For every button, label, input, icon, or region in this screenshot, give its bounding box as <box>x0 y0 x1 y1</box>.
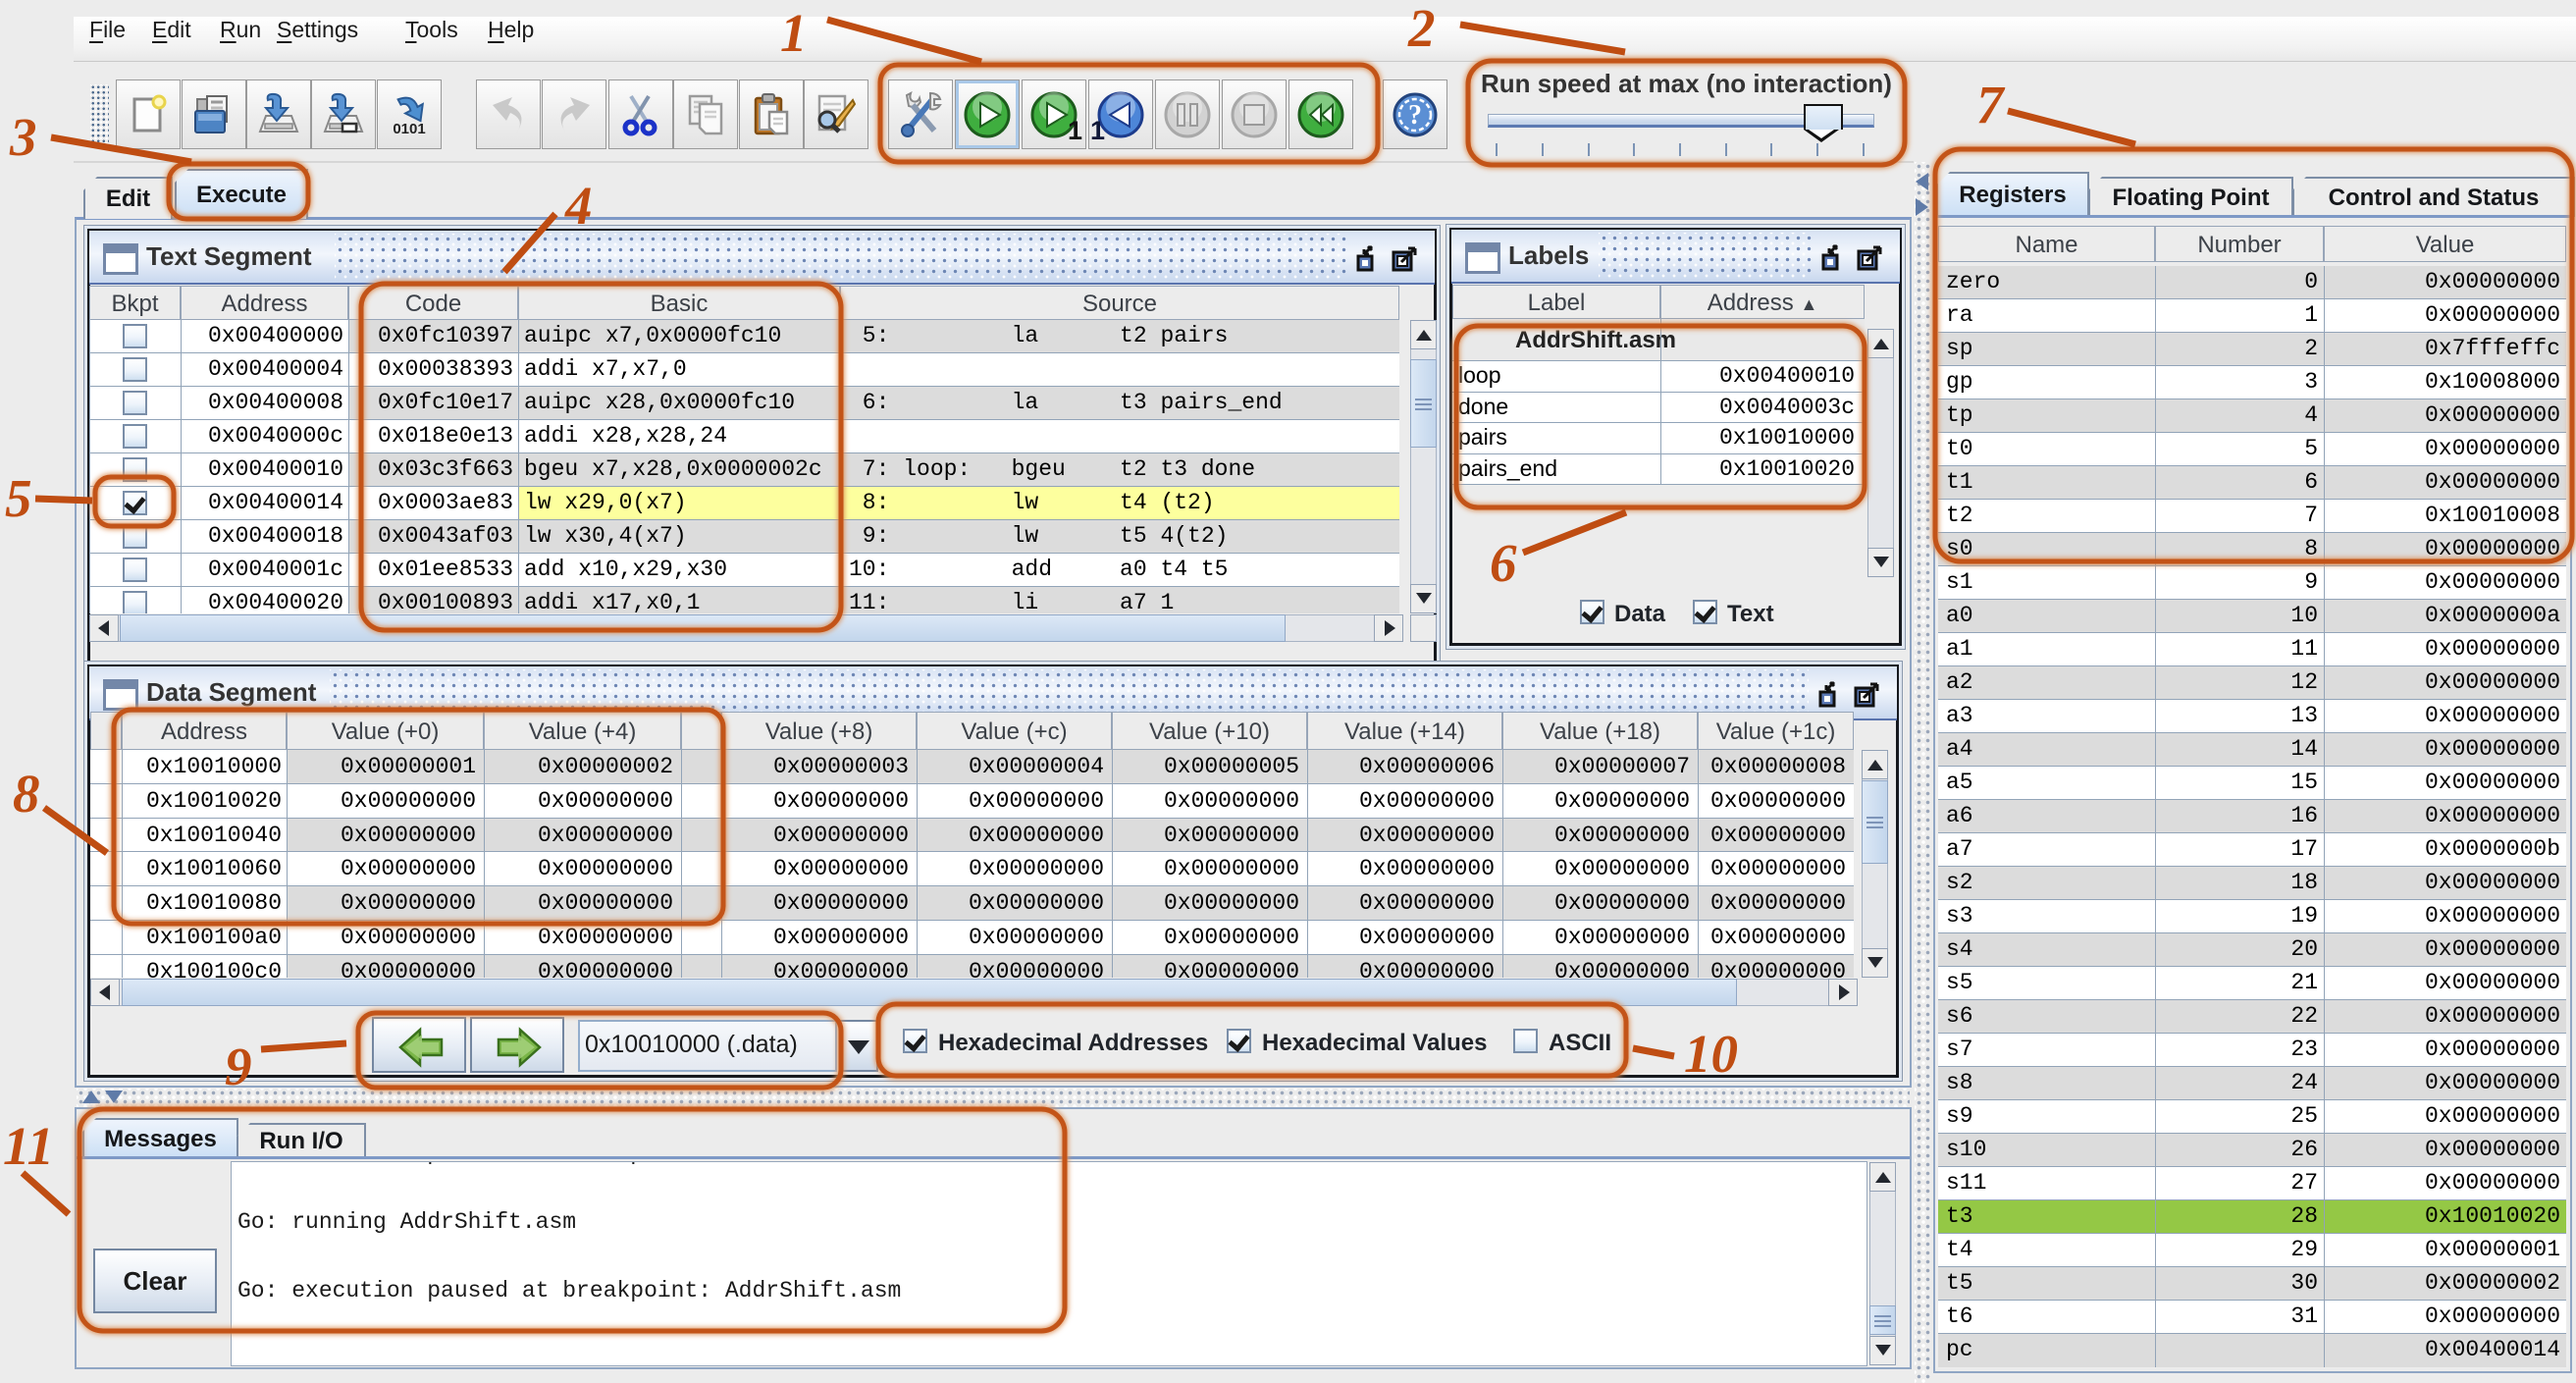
svg-text:0101: 0101 <box>393 121 425 137</box>
svg-text:11: 11 <box>3 1116 54 1176</box>
svg-text:8: 8 <box>13 764 40 824</box>
svg-text:3: 3 <box>9 107 37 167</box>
svg-text:?: ? <box>1408 100 1422 131</box>
svg-text:5: 5 <box>5 468 32 528</box>
svg-text:7: 7 <box>1976 75 2006 134</box>
